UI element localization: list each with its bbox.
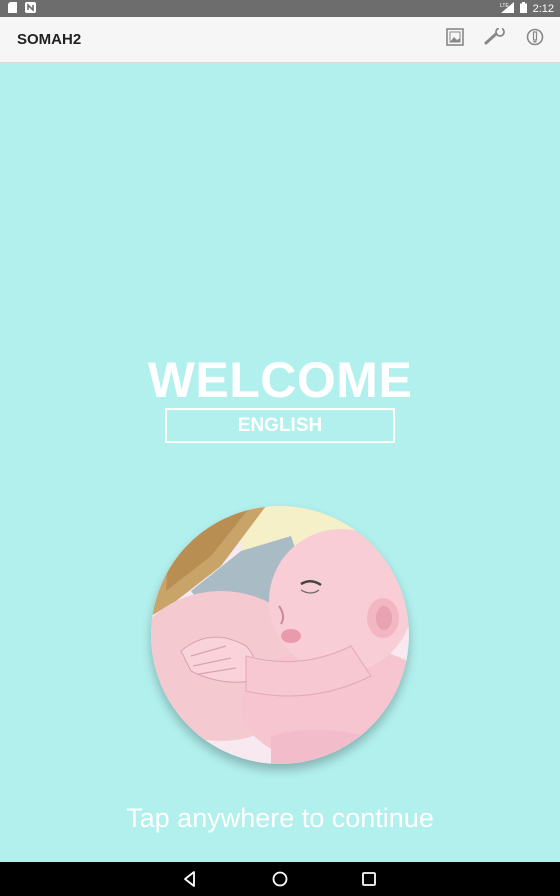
- gallery-icon: [446, 27, 464, 51]
- lte-signal-icon: LTE: [500, 2, 514, 16]
- svg-text:LTE: LTE: [500, 3, 509, 9]
- clock: 2:12: [532, 3, 554, 15]
- tap-to-continue-hint: Tap anywhere to continue: [126, 803, 434, 833]
- app-title: SOMAH2: [17, 31, 82, 48]
- welcome-title: WELCOME: [147, 352, 413, 408]
- battery-icon: [519, 2, 527, 16]
- recents-button[interactable]: [359, 869, 379, 889]
- app-bar: SOMAH2: [0, 17, 560, 63]
- settings-button[interactable]: [484, 26, 506, 51]
- back-button[interactable]: [180, 869, 200, 889]
- language-button[interactable]: ENGLISH: [165, 408, 395, 443]
- info-icon: [526, 28, 544, 51]
- n-notification-icon: [25, 2, 36, 16]
- system-nav-bar: [0, 862, 560, 896]
- wrench-icon: [484, 26, 506, 51]
- welcome-screen[interactable]: WELCOME ENGLISH Tap anywhere to continue: [0, 63, 560, 862]
- home-icon: [270, 871, 290, 893]
- info-button[interactable]: [524, 28, 546, 50]
- status-bar: LTE 2:12: [0, 0, 560, 17]
- breastfeeding-baby-illustration: [151, 506, 409, 764]
- home-button[interactable]: [270, 869, 290, 889]
- back-icon: [180, 871, 200, 893]
- gallery-button[interactable]: [444, 27, 466, 51]
- recents-icon: [359, 872, 379, 893]
- sd-card-icon: [8, 2, 17, 16]
